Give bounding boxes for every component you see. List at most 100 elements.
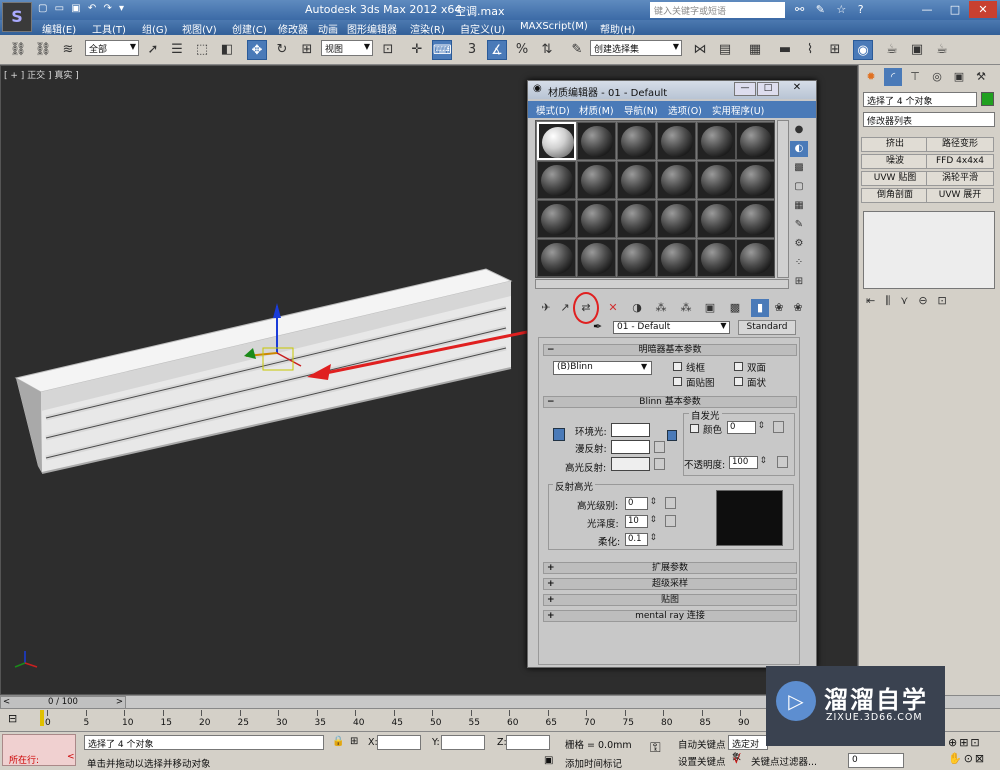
lock-selection-icon[interactable]: 🔒 — [332, 736, 344, 747]
ref-coord-dropdown[interactable]: 视图 — [321, 40, 373, 56]
render-production-icon[interactable]: ☕ — [932, 40, 952, 60]
material-name-field[interactable]: 01 - Default — [613, 321, 730, 334]
modifier-list-dropdown[interactable]: 修改器列表 — [863, 112, 995, 127]
specular-map-button[interactable] — [654, 458, 665, 470]
sample-slot[interactable] — [657, 161, 696, 199]
menu-tools[interactable]: 工具(T) — [92, 21, 126, 36]
modifier-unwrap-uvw-button[interactable]: UVW 展开 — [926, 188, 994, 203]
material-type-button[interactable]: Standard — [738, 320, 796, 335]
rect-selection-icon[interactable]: ⬚ — [192, 40, 212, 60]
select-scale-icon[interactable]: ⊞ — [297, 40, 317, 60]
key-filters-button[interactable]: 关键点过滤器... — [751, 754, 817, 768]
material-editor-icon[interactable]: ◉ — [853, 40, 873, 60]
menu-views[interactable]: 视图(V) — [182, 21, 217, 36]
modifier-bevel-profile-button[interactable]: 倒角剖面 — [861, 188, 929, 203]
time-slider[interactable]: < 0 / 100 > — [0, 696, 126, 709]
modifier-extrude-button[interactable]: 挤出 — [861, 137, 929, 152]
me-minimize-button[interactable]: — — [734, 82, 756, 96]
percent-snap-icon[interactable]: % — [512, 40, 532, 60]
manipulate-icon[interactable]: ✛ — [407, 40, 427, 60]
pick-material-icon[interactable]: ✒ — [593, 320, 602, 333]
track-bar-icon[interactable]: ⊟ — [8, 712, 17, 725]
time-cursor[interactable] — [40, 710, 44, 726]
spec-level-spinner[interactable]: 0 — [625, 497, 657, 510]
sample-slot[interactable] — [577, 200, 616, 238]
self-illum-spinner[interactable]: 0 — [727, 421, 765, 434]
schematic-view-icon[interactable]: ⊞ — [825, 40, 845, 60]
sample-slot[interactable] — [537, 122, 576, 160]
selection-name-field[interactable]: 选择了 4 个对象 — [863, 92, 977, 107]
specular-color-swatch[interactable] — [611, 457, 650, 471]
go-forward-sibling-icon[interactable]: ❀ — [770, 299, 788, 317]
maxscript-listener[interactable]: 所在行: < — [2, 734, 76, 766]
opacity-spinner[interactable]: 100 — [729, 456, 767, 469]
sample-slot[interactable] — [736, 122, 775, 160]
angle-snap-icon[interactable]: ∡ — [487, 40, 507, 60]
rollout-blinn-basic[interactable]: − Blinn 基本参数 — [543, 396, 797, 408]
background-icon[interactable]: ▩ — [790, 160, 808, 176]
viewport-label[interactable]: [ + ] 正交 ] 真实 ] — [4, 68, 79, 81]
link-icon[interactable]: ⛓ — [8, 40, 28, 60]
me-menu-options[interactable]: 选项(O) — [668, 103, 702, 117]
modifier-turbosmooth-button[interactable]: 涡轮平滑 — [926, 171, 994, 186]
rollout-supersampling[interactable]: + 超级采样 — [543, 578, 797, 590]
show-end-result-icon[interactable]: ▩ — [726, 299, 744, 317]
modifier-uvw-map-button[interactable]: UVW 贴图 — [861, 171, 929, 186]
sample-slot[interactable] — [577, 239, 616, 277]
maximize-button[interactable]: □ — [941, 1, 969, 18]
stack-tools-icons[interactable]: ⇤⫼⋎⊖⊡ — [866, 294, 996, 310]
selection-filter-dropdown[interactable]: 全部 — [85, 40, 139, 56]
menu-group[interactable]: 组(G) — [142, 21, 168, 36]
reset-map-icon[interactable]: ✕ — [604, 299, 622, 317]
minimize-button[interactable]: — — [913, 1, 941, 18]
self-illum-map-button[interactable] — [773, 421, 784, 433]
material-navigator-icon[interactable]: ⊞ — [790, 274, 808, 290]
sample-slot[interactable] — [697, 239, 736, 277]
window-crossing-icon[interactable]: ◧ — [217, 40, 237, 60]
named-selection-dropdown[interactable]: 创建选择集 — [590, 40, 682, 56]
sample-slot[interactable] — [736, 161, 775, 199]
diffuse-map-button[interactable] — [654, 441, 665, 453]
go-forward-icon[interactable]: ❀ — [789, 299, 807, 317]
graphite-tools-icon[interactable]: ▬ — [775, 40, 795, 60]
mirror-icon[interactable]: ⋈ — [690, 40, 710, 60]
sample-type-icon[interactable]: ● — [790, 122, 808, 138]
sample-slot[interactable] — [577, 161, 616, 199]
close-button[interactable]: ✕ — [969, 1, 997, 18]
sample-slot[interactable] — [736, 200, 775, 238]
menu-create[interactable]: 创建(C) — [232, 21, 267, 36]
sample-slot[interactable] — [697, 161, 736, 199]
me-menu-navigation[interactable]: 导航(N) — [624, 103, 658, 117]
wireframe-checkbox[interactable] — [673, 362, 682, 371]
self-illum-color-checkbox[interactable] — [690, 424, 699, 433]
app-logo-icon[interactable]: S — [2, 2, 32, 32]
y-coord-field[interactable] — [441, 735, 485, 750]
object-color-swatch[interactable] — [981, 92, 994, 106]
sample-slot[interactable] — [617, 200, 656, 238]
soften-spinner[interactable]: 0.1 — [625, 533, 657, 546]
menu-maxscript[interactable]: MAXScript(M) — [520, 21, 588, 32]
rollout-mental-ray[interactable]: + mental ray 连接 — [543, 610, 797, 622]
faceted-checkbox[interactable] — [734, 377, 743, 386]
time-tag-icon[interactable]: ▣ — [544, 755, 553, 766]
sample-slot[interactable] — [537, 239, 576, 277]
sample-slot[interactable] — [697, 200, 736, 238]
add-time-tag[interactable]: 添加时间标记 — [565, 756, 622, 770]
lock-diffuse-spec-icon[interactable] — [667, 430, 677, 441]
auto-key-target-field[interactable]: 选定对象 — [728, 735, 768, 763]
me-maximize-button[interactable]: □ — [757, 82, 779, 96]
menu-modifiers[interactable]: 修改器 — [278, 21, 308, 36]
diffuse-color-swatch[interactable] — [611, 440, 650, 454]
lock-ambient-diffuse-icon[interactable] — [553, 428, 565, 441]
rollout-extended[interactable]: + 扩展参数 — [543, 562, 797, 574]
material-id-icon[interactable]: ⁂ — [677, 299, 695, 317]
search-input[interactable]: 键入关键字或短语 — [650, 2, 785, 18]
pivot-center-icon[interactable]: ⊡ — [378, 40, 398, 60]
glossiness-map-button[interactable] — [665, 515, 676, 527]
go-to-parent-icon[interactable]: ▮ — [751, 299, 769, 317]
align-icon[interactable]: ▤ — [715, 40, 735, 60]
sample-slot[interactable] — [657, 122, 696, 160]
time-slider-next-icon[interactable]: > — [116, 697, 123, 708]
spec-level-map-button[interactable] — [665, 497, 676, 509]
sample-slot[interactable] — [657, 200, 696, 238]
